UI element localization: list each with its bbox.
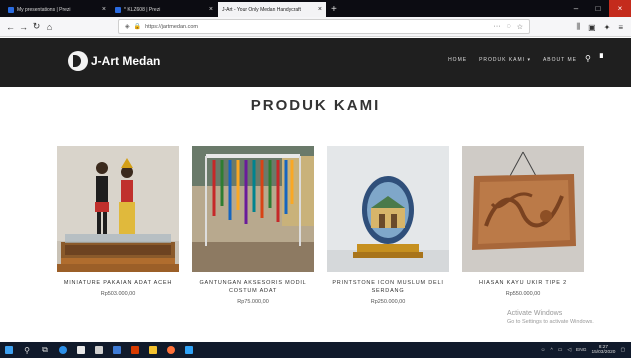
store-icon[interactable] [72, 342, 90, 358]
photoshop-icon[interactable] [180, 342, 198, 358]
prezi-favicon-icon [115, 6, 121, 13]
explorer-icon[interactable] [144, 342, 162, 358]
forward-arrow-icon[interactable]: → [17, 22, 30, 32]
tab-jart-medan[interactable]: J-Art - Your Only Medan Handycraft × [218, 2, 326, 17]
address-bar[interactable]: ◈ 🔒 https://jartmedan.com ··· ◌ ☆ [118, 19, 530, 34]
sidebar-icon[interactable]: ▣ [588, 23, 596, 32]
window-controls: – □ × [565, 0, 631, 17]
menu-about-me[interactable]: ABOUT ME [543, 57, 577, 63]
search-icon[interactable]: ⚲ [18, 342, 36, 358]
edge-icon[interactable] [54, 342, 72, 358]
lock-icon: 🔒 [133, 24, 142, 30]
system-tray: ☺ ^ ▭ ◁ ENG 8:27 15/03/2020 ▢ [541, 342, 625, 358]
product-image[interactable] [57, 146, 179, 272]
tab-title: My presentations | Prezi [17, 6, 71, 13]
tab-my-presentations[interactable]: My presentations | Prezi × [4, 2, 110, 17]
clock[interactable]: 8:27 15/03/2020 [591, 345, 615, 355]
menu-produk-kami[interactable]: PRODUK KAMI ▾ [479, 57, 531, 63]
close-tab-icon[interactable]: × [318, 6, 322, 13]
url-text: https://jartmedan.com [145, 23, 198, 30]
product-image[interactable] [327, 146, 449, 272]
photos-icon[interactable] [108, 342, 126, 358]
people-icon[interactable]: ☺ [541, 348, 546, 353]
minimize-icon[interactable]: – [565, 0, 587, 17]
mail-icon[interactable] [90, 342, 108, 358]
menu-home[interactable]: HOME [448, 57, 467, 63]
shield-icon: ◈ [125, 24, 130, 30]
product-card[interactable]: MINIATURE PAKAIAN ADAT ACEH Rp503.000,00 [57, 146, 179, 297]
office-icon[interactable] [126, 342, 144, 358]
close-tab-icon[interactable]: × [102, 6, 106, 13]
product-price: Rp75.000,00 [237, 299, 269, 305]
product-card[interactable]: GANTUNGAN AKSESORIS MODIL COSTUM ADAT Rp… [192, 146, 314, 305]
window-close-icon[interactable]: × [609, 0, 631, 17]
product-price: Rp250.000,00 [370, 299, 406, 305]
site-header: J-Art Medan HOME PRODUK KAMI ▾ ABOUT ME … [0, 38, 631, 87]
search-icon[interactable]: ⚲ [585, 54, 591, 63]
product-name[interactable]: MINIATURE PAKAIAN ADAT ACEH [57, 279, 179, 287]
windows-taskbar: ⚲ ⧉ ☺ ^ ▭ ◁ ENG 8:27 15/03/2020 ▢ [0, 342, 631, 358]
product-card[interactable]: PRINTSTONE ICON MUSLUM DELI SERDANG Rp25… [327, 146, 449, 305]
activate-windows-watermark: Activate Windows Go to Settings to activ… [507, 309, 594, 327]
site-logo[interactable]: J-Art Medan [68, 51, 160, 71]
watermark-title: Activate Windows [507, 310, 563, 317]
watermark-subtitle: Go to Settings to activate Windows. [507, 319, 594, 325]
product-price: Rp503.000,00 [100, 291, 136, 297]
clock-date: 15/03/2020 [591, 350, 616, 355]
hamburger-icon[interactable]: ≡ [618, 23, 623, 32]
notification-icon[interactable]: ▢ [620, 348, 625, 353]
browser-nav-bar: ← → ↻ ⌂ ◈ 🔒 https://jartmedan.com ··· ◌ … [0, 17, 631, 37]
product-price: Rp550.000,00 [505, 291, 541, 297]
product-name[interactable]: PRINTSTONE ICON MUSLUM DELI SERDANG [327, 279, 449, 295]
firefox-icon[interactable] [162, 342, 180, 358]
extension-icon[interactable]: ✦ [604, 23, 611, 32]
home-icon[interactable]: ⌂ [43, 22, 56, 32]
maximize-icon[interactable]: □ [587, 0, 609, 17]
network-icon[interactable]: ▭ [558, 348, 563, 353]
library-icon[interactable]: ⫼ [576, 22, 580, 32]
shopping-bag-icon[interactable]: ▘ [600, 54, 606, 63]
product-card[interactable]: HIASAN KAYU UKIR TIPE 2 Rp550.000,00 [462, 146, 584, 297]
section-title: PRODUK KAMI [250, 97, 381, 114]
new-tab-button[interactable]: + [331, 2, 337, 17]
reload-icon[interactable]: ↻ [30, 21, 43, 32]
product-name[interactable]: GANTUNGAN AKSESORIS MODIL COSTUM ADAT [192, 279, 314, 295]
logo-mark-icon [68, 51, 88, 71]
header-icons: ⚲ ▘ [585, 54, 606, 63]
tab-klz608[interactable]: * KLZ608 | Prezi × [111, 2, 217, 17]
browser-tab-bar: My presentations | Prezi × * KLZ608 | Pr… [0, 0, 631, 17]
product-image[interactable] [192, 146, 314, 272]
logo-text: J-Art Medan [91, 54, 161, 68]
toolbar-right: ⫼ ▣ ✦ ≡ [576, 17, 623, 37]
close-tab-icon[interactable]: × [209, 6, 213, 13]
pocket-icon[interactable]: ◌ [507, 23, 511, 30]
chevron-up-icon[interactable]: ^ [551, 348, 553, 353]
prezi-favicon-icon [8, 6, 14, 13]
product-name[interactable]: HIASAN KAYU UKIR TIPE 2 [462, 279, 584, 287]
windows-start-icon[interactable] [0, 342, 18, 358]
task-view-icon[interactable]: ⧉ [36, 342, 54, 358]
product-image[interactable] [462, 146, 584, 272]
language-indicator[interactable]: ENG [576, 348, 586, 353]
star-icon[interactable]: ☆ [517, 23, 523, 31]
site-menu: HOME PRODUK KAMI ▾ ABOUT ME [448, 57, 577, 63]
tab-title: J-Art - Your Only Medan Handycraft [222, 6, 301, 13]
back-arrow-icon[interactable]: ← [4, 22, 17, 32]
page-actions-icon[interactable]: ··· [494, 23, 501, 30]
volume-icon[interactable]: ◁ [567, 348, 571, 353]
tab-title: * KLZ608 | Prezi [124, 6, 161, 13]
